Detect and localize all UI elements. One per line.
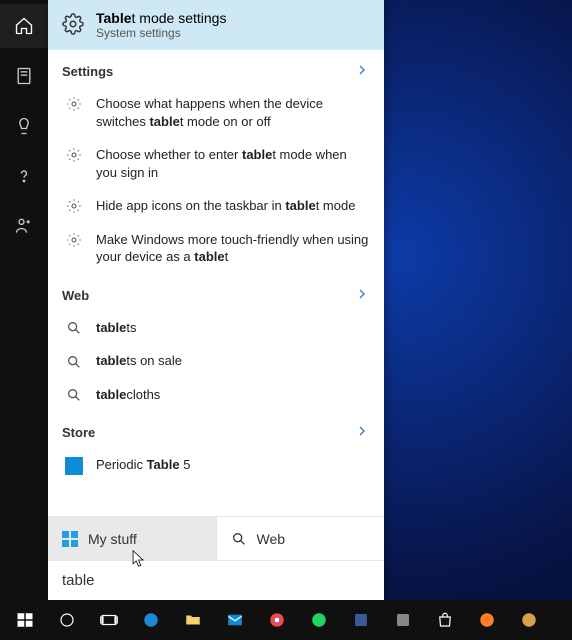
search-result[interactable]: Choose what happens when the device swit… <box>48 87 384 138</box>
search-result[interactable]: Periodic Table 5 <box>48 448 384 483</box>
start-button[interactable] <box>4 600 46 640</box>
taskbar-spotify[interactable] <box>298 600 340 640</box>
search-icon <box>64 387 84 403</box>
desktop: Tablet mode settings System settings Set… <box>0 0 572 640</box>
cortana-button[interactable] <box>46 600 88 640</box>
chevron-right-icon <box>354 62 370 81</box>
section-web-header[interactable]: Web <box>48 274 384 311</box>
result-text: tablets <box>96 319 370 337</box>
result-text: Choose whether to enter tablet mode when… <box>96 146 370 181</box>
windows-tiles-icon <box>62 531 78 547</box>
taskbar <box>0 600 572 640</box>
rail-feedback[interactable] <box>0 204 48 248</box>
search-result[interactable]: tablets on sale <box>48 344 384 378</box>
taskbar-app-2[interactable] <box>382 600 424 640</box>
cortana-left-rail <box>0 0 48 600</box>
rail-help[interactable] <box>0 154 48 198</box>
result-text: Periodic Table 5 <box>96 456 370 474</box>
result-text: Hide app icons on the taskbar in tablet … <box>96 197 370 215</box>
best-match-text: Tablet mode settings System settings <box>96 10 226 40</box>
gear-icon <box>64 96 84 112</box>
taskbar-mail[interactable] <box>214 600 256 640</box>
search-icon <box>64 354 84 370</box>
gear-icon <box>64 232 84 248</box>
filter-row: My stuff Web <box>48 516 384 560</box>
result-text: Choose what happens when the device swit… <box>96 95 370 130</box>
app-tile-icon <box>64 457 84 475</box>
chevron-right-icon <box>354 423 370 442</box>
chevron-right-icon <box>354 286 370 305</box>
taskbar-app-3[interactable] <box>508 600 550 640</box>
taskview-button[interactable] <box>88 600 130 640</box>
search-icon <box>231 531 247 547</box>
search-result[interactable]: tablets <box>48 311 384 345</box>
filter-my-stuff[interactable]: My stuff <box>48 517 216 560</box>
result-text: tablets on sale <box>96 352 370 370</box>
search-icon <box>64 320 84 336</box>
best-match-result[interactable]: Tablet mode settings System settings <box>48 0 384 50</box>
result-text: Make Windows more touch-friendly when us… <box>96 231 370 266</box>
result-text: tablecloths <box>96 386 370 404</box>
rail-reminders[interactable] <box>0 104 48 148</box>
cortana-search-panel: Tablet mode settings System settings Set… <box>48 0 384 600</box>
results-scroll[interactable]: Settings Choose what happens when the de… <box>48 50 384 516</box>
section-settings-header[interactable]: Settings <box>48 50 384 87</box>
taskbar-chrome[interactable] <box>256 600 298 640</box>
gear-icon <box>64 198 84 214</box>
rail-home[interactable] <box>0 4 48 48</box>
taskbar-file-explorer[interactable] <box>172 600 214 640</box>
gear-icon <box>62 13 84 38</box>
taskbar-app-1[interactable] <box>340 600 382 640</box>
search-result[interactable]: Choose whether to enter tablet mode when… <box>48 138 384 189</box>
search-result[interactable]: Hide app icons on the taskbar in tablet … <box>48 189 384 223</box>
taskbar-edge[interactable] <box>130 600 172 640</box>
taskbar-store[interactable] <box>424 600 466 640</box>
gear-icon <box>64 147 84 163</box>
search-result[interactable]: tablecloths <box>48 378 384 412</box>
taskbar-firefox[interactable] <box>466 600 508 640</box>
filter-web[interactable]: Web <box>216 517 385 560</box>
search-input[interactable]: table <box>48 560 384 600</box>
search-result[interactable]: Make Windows more touch-friendly when us… <box>48 223 384 274</box>
section-store-header[interactable]: Store <box>48 411 384 448</box>
rail-notebook[interactable] <box>0 54 48 98</box>
